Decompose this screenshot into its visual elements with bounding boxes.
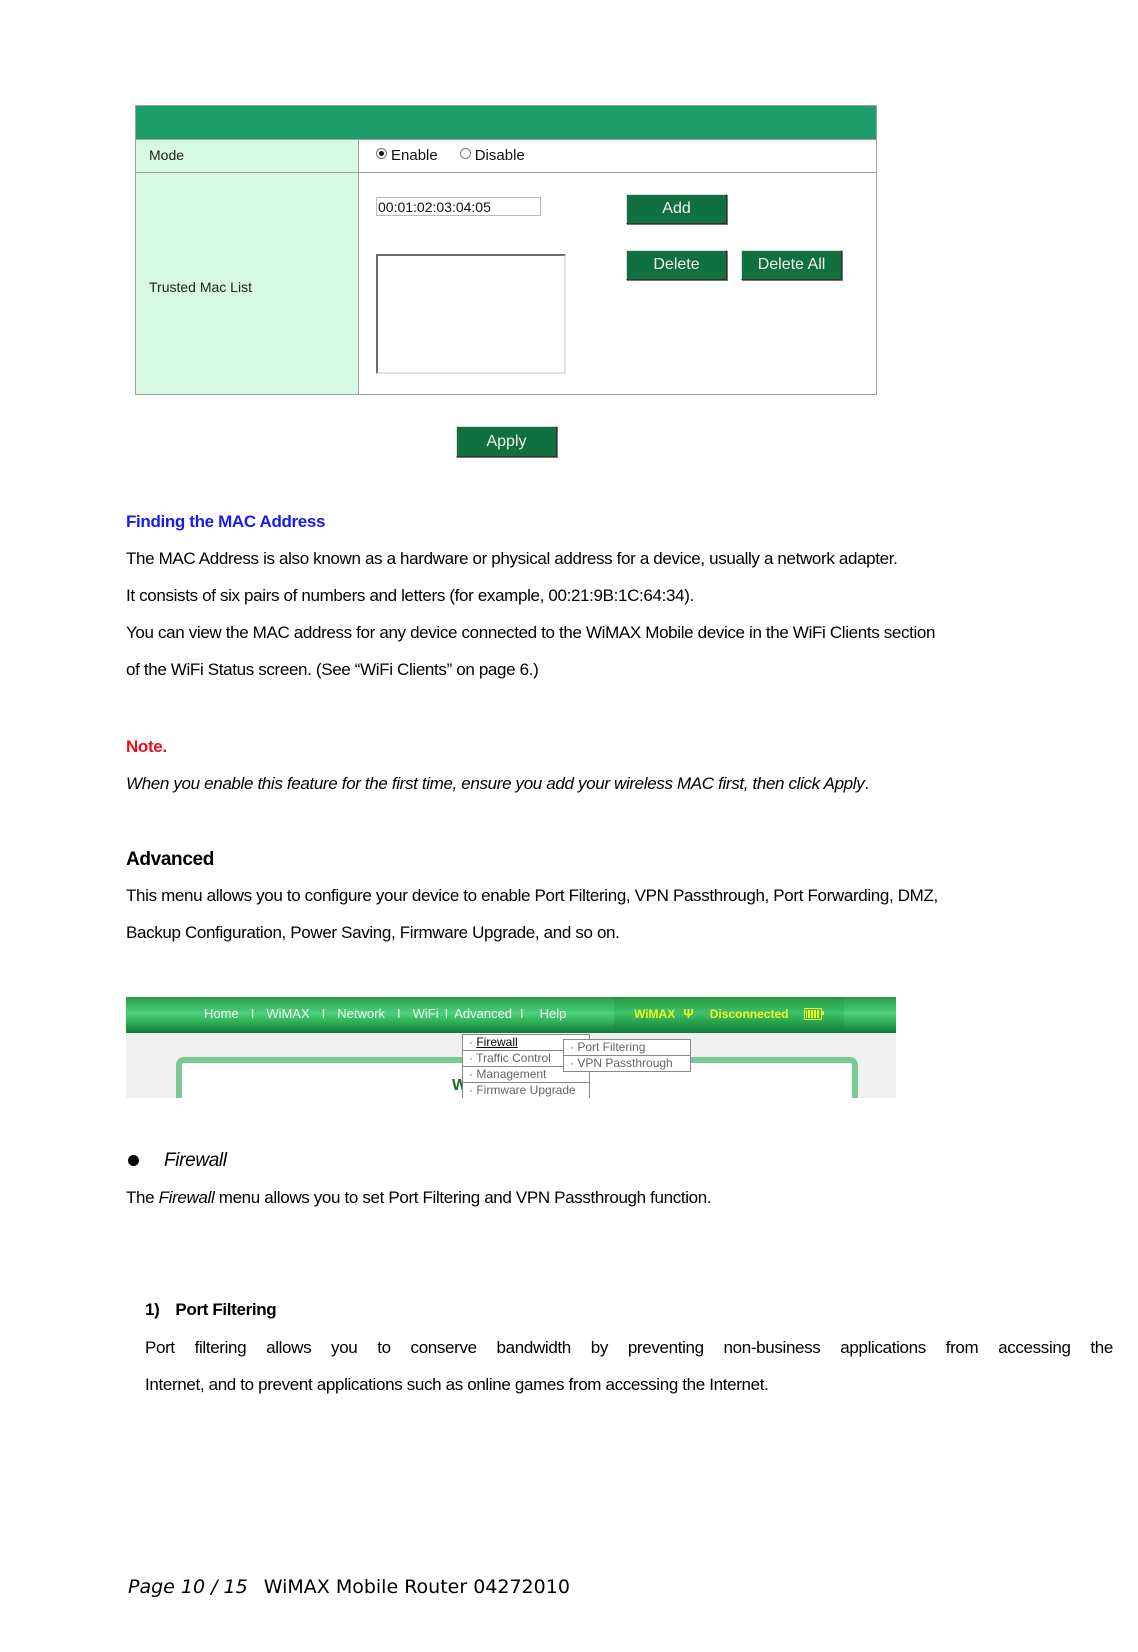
- firewall-description: The Firewall menu allows you to set Port…: [126, 1188, 712, 1208]
- note-text-main: When you enable this feature for the fir…: [126, 774, 824, 793]
- nav-menu-screenshot: Home I WiMAX I Network I WiFi I Advanced…: [126, 997, 896, 1098]
- status-connection-label: Disconnected: [709, 1006, 789, 1021]
- mac-filter-panel: Mode Enable Disable Trusted Mac List Add…: [135, 105, 877, 395]
- document-title: WiMAX Mobile Router 04272010: [263, 1576, 570, 1598]
- antenna-icon: Ψ: [683, 1006, 694, 1021]
- radio-checked-icon[interactable]: [376, 147, 387, 159]
- menu-item-label: VPN Passthrough: [577, 1056, 673, 1070]
- connection-status: WiMAX Ψ Disconnected: [634, 1006, 825, 1021]
- nav-links: Home I WiMAX I Network I WiFi I Advanced…: [204, 1006, 566, 1021]
- nav-advanced[interactable]: Advanced: [454, 1006, 512, 1021]
- nav-wimax[interactable]: WiMAX: [266, 1006, 309, 1021]
- bullet-icon: [128, 1155, 139, 1166]
- note-heading: Note.: [126, 737, 167, 756]
- paragraph-line: It consists of six pairs of numbers and …: [126, 586, 694, 605]
- menu-item-label: Management: [476, 1067, 547, 1081]
- trusted-mac-listbox[interactable]: [376, 254, 566, 374]
- firewall-desc-suffix: menu allows you to set Port Filtering an…: [214, 1188, 712, 1207]
- paragraph-line: Backup Configuration, Power Saving, Firm…: [126, 923, 620, 942]
- firewall-desc-italic: Firewall: [158, 1188, 215, 1207]
- menu-bullet: ·: [469, 1051, 473, 1065]
- nav-home[interactable]: Home: [204, 1006, 239, 1021]
- nav-separator: I: [520, 1006, 524, 1021]
- battery-icon: [804, 1007, 825, 1020]
- add-button[interactable]: Add: [626, 194, 727, 224]
- paragraph-line: Internet, and to prevent applications su…: [145, 1375, 769, 1394]
- paragraph-line: This menu allows you to configure your d…: [126, 886, 938, 905]
- menu-item-label: Firmware Upgrade: [476, 1083, 576, 1097]
- firewall-bullet-title: Firewall: [164, 1150, 227, 1171]
- nav-separator: I: [396, 1006, 401, 1021]
- delete-all-button[interactable]: Delete All: [741, 250, 842, 280]
- mac-address-input[interactable]: [376, 197, 541, 216]
- mode-enable-label: Enable: [391, 147, 438, 164]
- advanced-heading: Advanced: [126, 849, 215, 870]
- trusted-mac-row: Trusted Mac List Add Delete Delete All: [136, 173, 876, 394]
- port-filtering-number: 1): [145, 1300, 160, 1319]
- paragraph-line: You can view the MAC address for any dev…: [126, 623, 936, 642]
- nav-network[interactable]: Network: [337, 1006, 385, 1021]
- menu-item-port-filtering[interactable]: · Port Filtering: [564, 1040, 690, 1056]
- menu-bullet: ·: [469, 1083, 473, 1097]
- note-apply-word: Apply: [823, 774, 865, 793]
- nav-help[interactable]: Help: [540, 1006, 567, 1021]
- mode-disable-label: Disable: [474, 147, 525, 164]
- menu-item-label: Firewall: [476, 1035, 518, 1049]
- page-footer: Page 10 / 15 WiMAX Mobile Router 04272010: [128, 1576, 570, 1598]
- mode-enable-radio[interactable]: Enable: [376, 147, 438, 164]
- status-network-label: WiMAX: [634, 1006, 676, 1021]
- menu-item-label: Traffic Control: [476, 1051, 551, 1065]
- mode-row: Mode Enable Disable: [136, 140, 876, 173]
- mode-disable-radio[interactable]: Disable: [459, 147, 525, 164]
- trusted-mac-label: Trusted Mac List: [149, 279, 252, 295]
- menu-item-vpn-passthrough[interactable]: · VPN Passthrough: [564, 1056, 690, 1071]
- nav-separator: I: [444, 1006, 449, 1021]
- paragraph-line: The MAC Address is also known as a hardw…: [126, 549, 898, 568]
- menu-item-firmware-upgrade[interactable]: · Firmware Upgrade: [463, 1083, 589, 1098]
- radio-unchecked-icon[interactable]: [459, 147, 471, 159]
- menu-bullet: ·: [570, 1040, 574, 1054]
- paragraph-line: Port filtering allows you to conserve ba…: [145, 1338, 1113, 1357]
- firewall-desc-prefix: The: [126, 1188, 159, 1207]
- mode-label: Mode: [149, 147, 185, 163]
- mode-label-cell: Mode: [136, 140, 359, 172]
- apply-button[interactable]: Apply: [456, 426, 557, 457]
- menu-bullet: ·: [469, 1067, 473, 1081]
- firewall-submenu: · Port Filtering · VPN Passthrough: [563, 1039, 691, 1072]
- delete-button[interactable]: Delete: [626, 250, 727, 280]
- menu-bullet: ·: [469, 1035, 473, 1049]
- finding-mac-heading: Finding the MAC Address: [126, 512, 326, 531]
- port-filtering-heading: 1) Port Filtering: [145, 1300, 277, 1320]
- note-period: .: [864, 774, 869, 793]
- menu-bullet: ·: [570, 1056, 574, 1070]
- nav-separator: I: [321, 1006, 326, 1021]
- page-number: Page 10 / 15: [128, 1576, 248, 1598]
- trusted-mac-label-cell: Trusted Mac List: [136, 173, 359, 394]
- nav-separator: I: [250, 1006, 255, 1021]
- port-filtering-title: Port Filtering: [175, 1300, 277, 1319]
- mode-radio-group: Enable Disable: [376, 147, 525, 164]
- menu-item-label: Port Filtering: [577, 1040, 646, 1054]
- panel-header-bar: [136, 106, 876, 140]
- paragraph-line: of the WiFi Status screen. (See “WiFi Cl…: [126, 660, 539, 679]
- nav-wifi[interactable]: WiFi: [413, 1006, 439, 1021]
- note-text: When you enable this feature for the fir…: [126, 774, 869, 794]
